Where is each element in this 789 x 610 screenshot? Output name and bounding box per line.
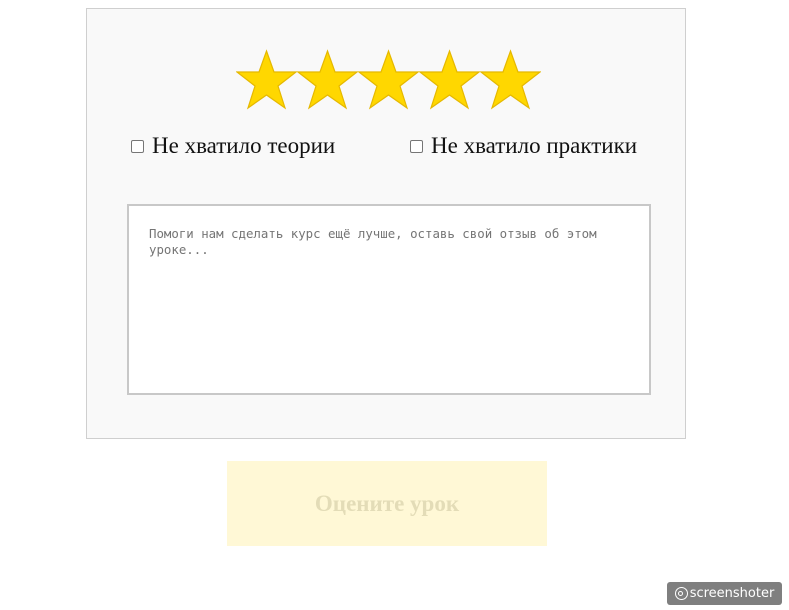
- feedback-textarea[interactable]: [127, 204, 651, 395]
- star-icon-1[interactable]: [236, 49, 297, 111]
- theory-checkbox-label[interactable]: Не хватило теории: [152, 133, 335, 159]
- at-icon: [674, 587, 688, 600]
- lesson-rating-panel: Не хватило теории Не хватило практики: [86, 8, 686, 439]
- rate-lesson-button[interactable]: Оцените урок: [227, 461, 547, 546]
- star-icon-3[interactable]: [358, 49, 419, 111]
- star-icon-5[interactable]: [480, 49, 541, 111]
- theory-option: Не хватило теории: [131, 131, 335, 161]
- star-rating: [236, 49, 541, 111]
- star-icon-4[interactable]: [419, 49, 480, 111]
- screenshoter-watermark: screenshoter: [667, 582, 782, 605]
- watermark-text: screenshoter: [689, 586, 775, 601]
- star-icon-2[interactable]: [297, 49, 358, 111]
- practice-checkbox-label[interactable]: Не хватило практики: [431, 133, 637, 159]
- practice-option: Не хватило практики: [410, 131, 637, 161]
- theory-checkbox[interactable]: [131, 139, 144, 153]
- practice-checkbox[interactable]: [410, 139, 423, 153]
